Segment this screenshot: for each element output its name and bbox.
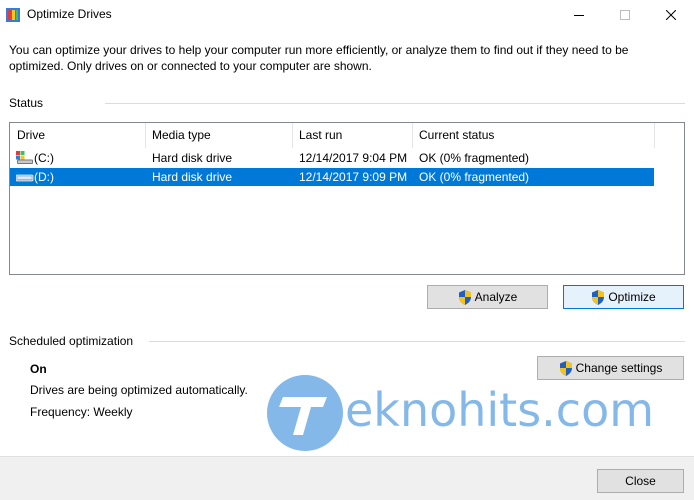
hard-drive-icon xyxy=(16,174,34,182)
close-button[interactable]: Close xyxy=(597,469,684,493)
drive-name: (D:) xyxy=(34,170,54,184)
drive-current-status: OK (0% fragmented) xyxy=(419,170,530,184)
close-window-button[interactable] xyxy=(648,0,694,30)
drive-last-run: 12/14/2017 9:04 PM xyxy=(299,151,408,165)
drives-list-header: Drive Media type Last run Current status xyxy=(10,123,684,148)
drive-media-type: Hard disk drive xyxy=(152,151,233,165)
drives-list[interactable]: Drive Media type Last run Current status… xyxy=(9,122,685,275)
column-header-last-run[interactable]: Last run xyxy=(292,123,412,148)
system-drive-icon xyxy=(16,151,33,164)
drive-media-type: Hard disk drive xyxy=(152,170,233,184)
watermark-text: eknohits.com xyxy=(345,383,655,437)
maximize-button[interactable] xyxy=(602,0,648,30)
minimize-button[interactable] xyxy=(556,0,602,30)
title-bar[interactable]: Optimize Drives xyxy=(0,0,694,30)
change-settings-button[interactable]: Change settings xyxy=(537,356,684,380)
column-header-media-type[interactable]: Media type xyxy=(145,123,292,148)
close-icon xyxy=(666,10,676,20)
maximize-icon xyxy=(620,10,630,20)
drive-last-run: 12/14/2017 9:09 PM xyxy=(299,170,408,184)
uac-shield-icon xyxy=(592,289,605,305)
column-header-current-status[interactable]: Current status xyxy=(412,123,654,148)
status-divider xyxy=(105,103,685,104)
description-text: You can optimize your drives to help you… xyxy=(9,43,629,73)
uac-shield-icon xyxy=(559,360,572,376)
close-button-label: Close xyxy=(625,474,656,488)
window-title: Optimize Drives xyxy=(27,7,112,21)
optimize-button[interactable]: Optimize xyxy=(563,285,684,309)
watermark-logo-icon xyxy=(267,375,343,451)
change-settings-button-label: Change settings xyxy=(575,361,663,375)
watermark: eknohits.com xyxy=(265,373,675,453)
scheduled-group-label: Scheduled optimization xyxy=(9,334,134,348)
schedule-description: Drives are being optimized automatically… xyxy=(30,383,248,397)
uac-shield-icon xyxy=(458,289,471,305)
optimize-button-label: Optimize xyxy=(608,290,656,304)
drive-row-d[interactable]: (D:) Hard disk drive 12/14/2017 9:09 PM … xyxy=(10,168,654,186)
analyze-button-label: Analyze xyxy=(474,290,518,304)
analyze-button[interactable]: Analyze xyxy=(427,285,548,309)
drive-current-status: OK (0% fragmented) xyxy=(419,151,530,165)
column-header-drive[interactable]: Drive xyxy=(10,123,145,148)
optimize-drives-icon xyxy=(6,8,20,22)
scheduled-divider xyxy=(149,341,685,342)
dialog-footer: Close xyxy=(0,456,694,500)
column-divider[interactable] xyxy=(654,123,655,148)
drive-row-c[interactable]: (C:) Hard disk drive 12/14/2017 9:04 PM … xyxy=(10,149,654,167)
schedule-frequency: Frequency: Weekly xyxy=(30,405,133,419)
drive-name: (C:) xyxy=(34,151,54,165)
minimize-icon xyxy=(574,15,584,16)
schedule-state: On xyxy=(30,362,47,376)
status-group-label: Status xyxy=(9,96,44,110)
